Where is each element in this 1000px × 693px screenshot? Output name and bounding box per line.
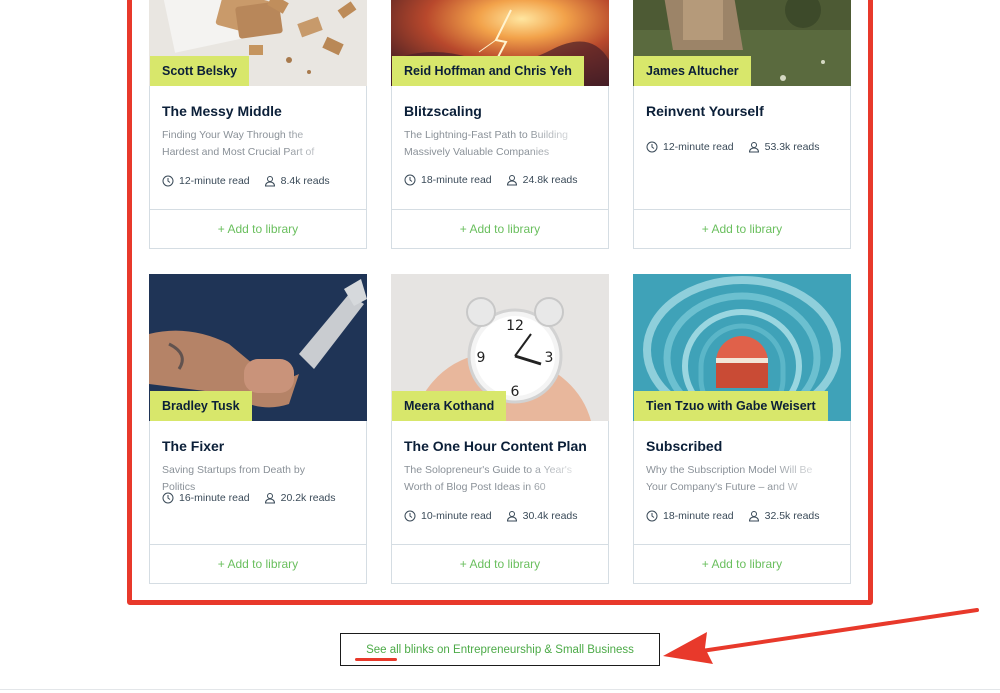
book-title[interactable]: The Fixer	[162, 438, 224, 454]
user-icon	[748, 142, 759, 153]
book-title[interactable]: The One Hour Content Plan	[404, 438, 587, 454]
add-to-library-button[interactable]: + Add to library	[634, 210, 850, 248]
read-time: 12-minute read	[663, 141, 734, 153]
svg-text:12: 12	[506, 318, 524, 334]
book-card[interactable]: James Altucher Reinvent Yourself 12-minu…	[633, 0, 851, 249]
add-to-library-button[interactable]: + Add to library	[150, 545, 366, 583]
book-title[interactable]: Subscribed	[646, 438, 722, 454]
svg-text:9: 9	[477, 350, 486, 366]
add-to-library-button[interactable]: + Add to library	[392, 210, 608, 248]
reads-count: 8.4k reads	[280, 175, 330, 187]
add-to-library-button[interactable]: + Add to library	[634, 545, 850, 583]
clock-icon	[404, 510, 416, 522]
author-tag: Bradley Tusk	[150, 391, 252, 421]
svg-text:6: 6	[511, 384, 520, 400]
book-title[interactable]: The Messy Middle	[162, 103, 282, 119]
book-grid: Scott Belsky The Messy Middle Finding Yo…	[149, 0, 851, 600]
clock-icon	[162, 175, 174, 187]
author-tag: Tien Tzuo with Gabe Weisert	[634, 391, 828, 421]
book-meta: 12-minute read 53.3k reads	[646, 141, 820, 153]
reads-count: 53.3k reads	[764, 141, 820, 153]
annotation-underline	[355, 658, 397, 661]
add-to-library-button[interactable]: + Add to library	[150, 210, 366, 248]
book-meta: 18-minute read 24.8k reads	[404, 174, 578, 186]
book-card[interactable]: Bradley Tusk The Fixer Saving Startups f…	[149, 274, 367, 584]
book-subtitle: The Solopreneur's Guide to a Year's Wort…	[404, 464, 573, 493]
author-tag: Reid Hoffman and Chris Yeh	[392, 56, 584, 86]
author-tag: Meera Kothand	[392, 391, 507, 421]
book-subtitle: Saving Startups from Death by Politics	[162, 464, 305, 493]
book-subtitle: The Lightning-Fast Path to Building Mass…	[404, 129, 569, 158]
user-icon	[506, 175, 517, 186]
book-meta: 12-minute read 8.4k reads	[162, 175, 330, 187]
book-title[interactable]: Reinvent Yourself	[646, 103, 764, 119]
page-divider	[0, 689, 1000, 690]
book-title[interactable]: Blitzscaling	[404, 103, 482, 119]
user-icon	[264, 493, 275, 504]
clock-icon	[646, 510, 658, 522]
see-all-link[interactable]: See all blinks on Entrepreneurship & Sma…	[340, 633, 660, 666]
reads-count: 32.5k reads	[764, 510, 820, 522]
book-subtitle: Finding Your Way Through the Hardest and…	[162, 129, 315, 158]
book-meta: 18-minute read 32.5k reads	[646, 510, 820, 522]
reads-count: 30.4k reads	[522, 510, 578, 522]
user-icon	[264, 176, 275, 187]
user-icon	[748, 511, 759, 522]
book-card[interactable]: 12 6 9 3 Meera Kothand The One Hour Cont…	[391, 274, 609, 584]
read-time: 10-minute read	[421, 510, 492, 522]
book-meta: 16-minute read 20.2k reads	[162, 492, 336, 504]
read-time: 12-minute read	[179, 175, 250, 187]
annotation-arrow-icon	[663, 608, 979, 664]
book-subtitle: Why the Subscription Model Will Be Your …	[646, 464, 813, 493]
reads-count: 20.2k reads	[280, 492, 336, 504]
read-time: 16-minute read	[179, 492, 250, 504]
book-meta: 10-minute read 30.4k reads	[404, 510, 578, 522]
clock-icon	[646, 141, 658, 153]
clock-icon	[162, 492, 174, 504]
clock-icon	[404, 174, 416, 186]
user-icon	[506, 511, 517, 522]
svg-text:3: 3	[545, 350, 554, 366]
book-card[interactable]: Tien Tzuo with Gabe Weisert Subscribed W…	[633, 274, 851, 584]
read-time: 18-minute read	[663, 510, 734, 522]
reads-count: 24.8k reads	[522, 174, 578, 186]
book-card[interactable]: Scott Belsky The Messy Middle Finding Yo…	[149, 0, 367, 249]
book-card[interactable]: Reid Hoffman and Chris Yeh Blitzscaling …	[391, 0, 609, 249]
add-to-library-button[interactable]: + Add to library	[392, 545, 608, 583]
author-tag: James Altucher	[634, 56, 751, 86]
read-time: 18-minute read	[421, 174, 492, 186]
author-tag: Scott Belsky	[150, 56, 250, 86]
